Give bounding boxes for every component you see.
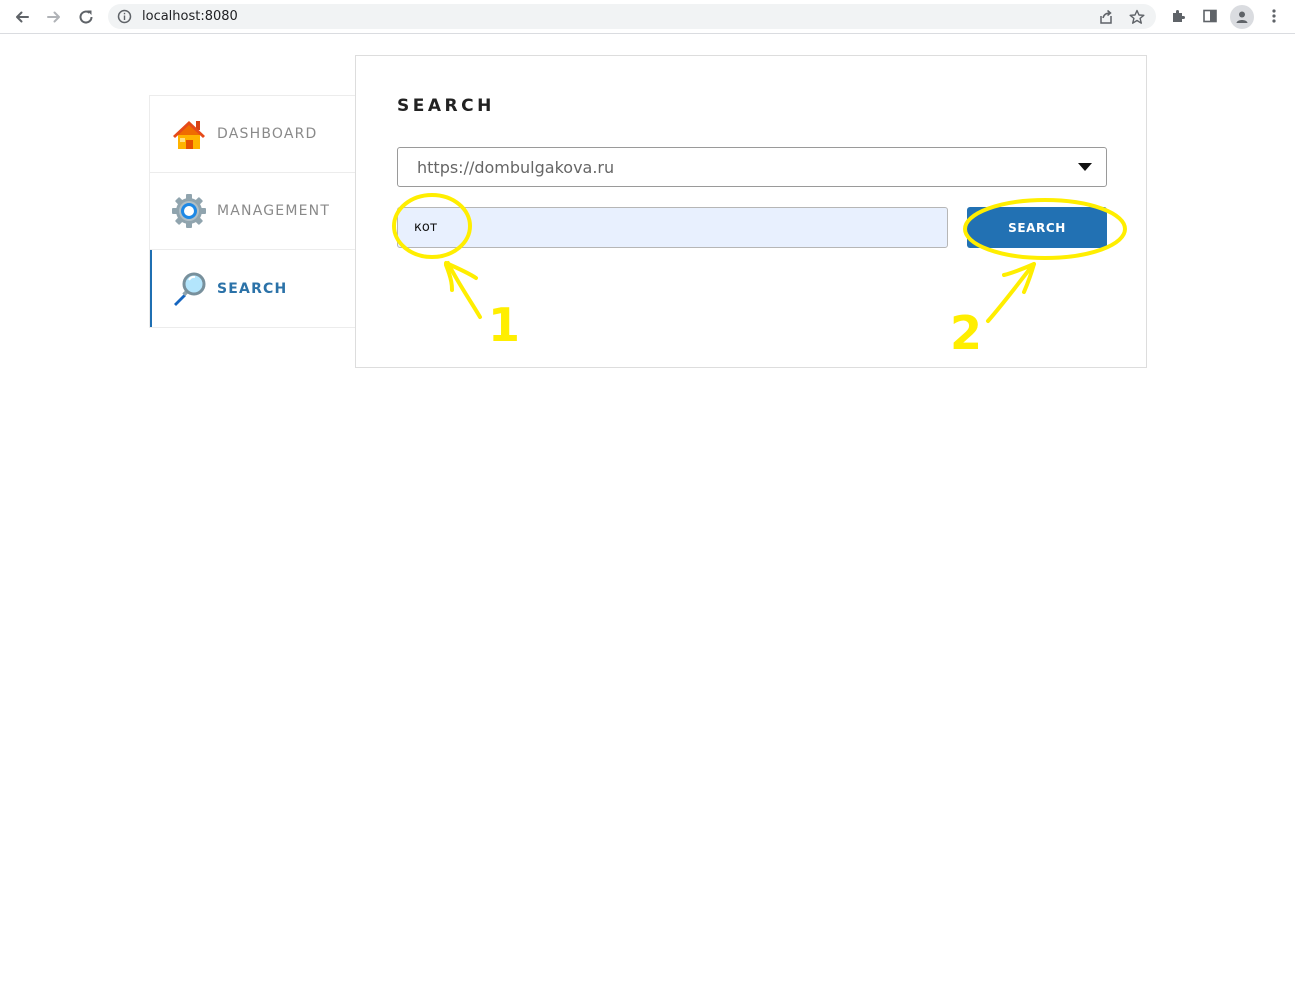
browser-toolbar: localhost:8080 [0,0,1295,34]
address-bar[interactable]: localhost:8080 [108,4,1156,29]
sidebar-item-management[interactable]: MANAGEMENT [150,173,356,250]
sidebar-item-dashboard[interactable]: DASHBOARD [150,96,356,173]
magnifier-icon [170,270,208,308]
bookmark-star-icon[interactable] [1129,9,1145,25]
profile-icon[interactable] [1230,5,1254,29]
share-icon[interactable] [1098,9,1114,25]
site-info-icon[interactable] [117,9,132,24]
chevron-down-icon [1078,163,1092,171]
search-panel: SEARCH https://dombulgakova.ru SEARCH [355,55,1147,368]
search-button[interactable]: SEARCH [967,207,1107,248]
gear-icon [170,192,208,230]
reload-icon[interactable] [74,5,98,29]
page-title: SEARCH [397,96,495,116]
sidebar-item-label: SEARCH [217,280,288,297]
back-icon[interactable] [10,5,34,29]
site-select-value: https://dombulgakova.ru [417,158,615,177]
sidebar-item-label: DASHBOARD [217,126,318,142]
extensions-icon[interactable] [1168,6,1188,26]
url-text: localhost:8080 [142,9,238,24]
sidebar-item-label: MANAGEMENT [217,203,331,219]
sidebar-item-search[interactable]: SEARCH [150,250,356,327]
menu-icon[interactable] [1264,6,1284,26]
search-input[interactable] [397,207,948,248]
forward-icon[interactable] [42,5,66,29]
site-select[interactable]: https://dombulgakova.ru [397,147,1107,187]
side-panel-icon[interactable] [1200,6,1220,26]
sidebar-nav: DASHBOARD MANAGEMENT SEARCH [149,95,356,328]
annotation-step-2: 2 [950,306,983,360]
house-icon [170,115,208,153]
annotation-step-1: 1 [488,298,521,352]
